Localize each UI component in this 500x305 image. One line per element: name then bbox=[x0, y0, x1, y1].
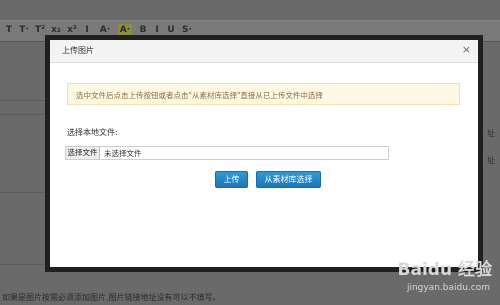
bottom-note: 如果是图片按需必须添加图片,图片链接地址没有可以不填写。 bbox=[2, 293, 221, 302]
divider bbox=[0, 100, 45, 101]
divider bbox=[0, 264, 45, 265]
toolbar-button[interactable]: T bbox=[4, 24, 14, 37]
file-status: 未选择文件 bbox=[104, 149, 142, 158]
choose-file-button[interactable]: 选择文件 bbox=[66, 147, 100, 159]
field-label: 址 bbox=[487, 156, 495, 165]
divider bbox=[0, 192, 45, 193]
toolbar-button[interactable]: T· bbox=[18, 24, 30, 37]
baidu-watermark: Baidu 经验 bbox=[397, 260, 492, 280]
dialog-header: 上传图片 × bbox=[50, 40, 478, 63]
file-input[interactable]: 选择文件 未选择文件 bbox=[65, 146, 389, 160]
close-icon[interactable]: × bbox=[462, 43, 471, 57]
upload-dialog: 上传图片 × 选中文件后点击上传按钮或者点击"从素材库选择"直接从已上传文件中选… bbox=[45, 35, 483, 272]
select-file-label: 选择本地文件: bbox=[67, 128, 118, 137]
upload-button[interactable]: 上传 bbox=[215, 171, 248, 188]
dialog-title: 上传图片 bbox=[62, 46, 94, 55]
library-select-button[interactable]: 从素材库选择 bbox=[256, 171, 321, 188]
notice-box: 选中文件后点击上传按钮或者点击"从素材库选择"直接从已上传文件中选择 bbox=[67, 83, 460, 105]
field-label: 址 bbox=[487, 129, 495, 138]
divider bbox=[0, 114, 45, 115]
watermark-url: jingyan.baidu.com bbox=[406, 283, 490, 293]
notice-text: 选中文件后点击上传按钮或者点击"从素材库选择"直接从已上传文件中选择 bbox=[76, 91, 323, 100]
